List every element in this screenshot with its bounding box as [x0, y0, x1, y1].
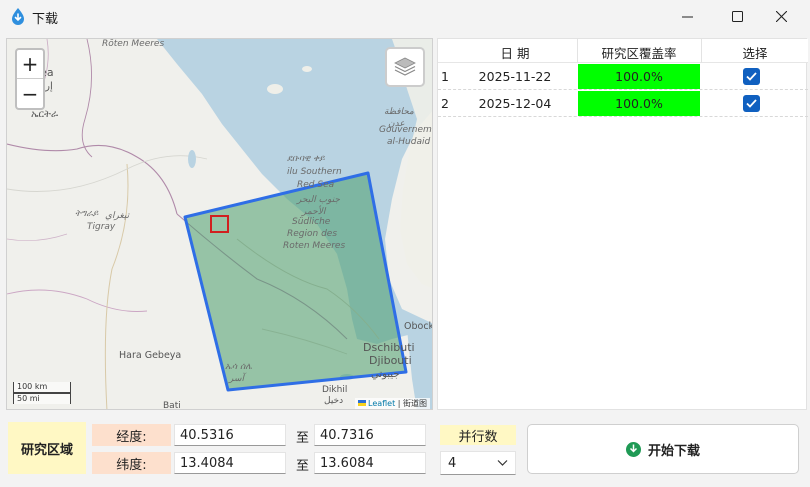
map-label: محافظة: [384, 107, 414, 117]
longitude-label: 经度:: [92, 424, 171, 446]
map-label: جنوب البحر: [297, 195, 340, 205]
map-label: Südliche: [292, 217, 331, 227]
ukraine-flag-icon: [358, 400, 366, 406]
latitude-label: 纬度:: [92, 452, 171, 474]
select-checkbox[interactable]: [743, 68, 760, 85]
table-header: 日 期 研究区覆盖率 选择: [438, 39, 808, 63]
map-label-obock: Obock: [404, 321, 433, 332]
longitude-from-input[interactable]: 40.5316: [174, 424, 286, 446]
map-label: ilu Southern: [287, 167, 342, 177]
layers-icon: [394, 57, 416, 76]
leaflet-link[interactable]: Leaflet: [368, 399, 395, 408]
map-view[interactable]: Rōten Meeres Eritrea إرتريا ኤርትራ ትግራይ تي…: [6, 38, 433, 410]
map-label: ትግራይ: [75, 209, 99, 219]
close-button[interactable]: [758, 0, 804, 32]
attribution-text: | 街道图: [397, 399, 428, 408]
start-download-label: 开始下载: [647, 443, 700, 459]
chevron-down-icon: [497, 460, 508, 466]
map-label: دخيل: [324, 396, 344, 406]
checkmark-icon: [746, 72, 757, 81]
date-table: 日 期 研究区覆盖率 选择 1 2025-11-22 100.0% 2 2025…: [437, 38, 808, 410]
map-label: ደቡባዊ ቀይ: [287, 154, 325, 164]
date-cell[interactable]: 2025-12-04: [454, 90, 576, 116]
map-label-hara-gebeya: Hara Gebeya: [119, 350, 182, 361]
parallel-value: 4: [448, 455, 457, 471]
to-label: 至: [296, 459, 310, 474]
map-label-dschibuti: Dschibuti: [363, 341, 415, 354]
parallel-label: 并行数: [440, 425, 516, 445]
parallel-select[interactable]: 4: [440, 451, 516, 475]
map-label-djibouti: Djibouti: [369, 354, 412, 367]
map-label: جيبوتي: [371, 369, 400, 380]
header-coverage[interactable]: 研究区覆盖率: [578, 43, 700, 62]
zoom-in-button[interactable]: +: [17, 50, 43, 79]
map-label: ኤርትራ: [31, 109, 59, 120]
map-label: Rōten Meeres: [102, 39, 165, 49]
minimize-button[interactable]: [664, 0, 710, 32]
coverage-cell[interactable]: 100.0%: [578, 91, 700, 116]
download-icon: [625, 441, 641, 457]
longitude-to-input[interactable]: 40.7316: [314, 424, 426, 446]
map-label: Region des: [287, 229, 338, 239]
map-label: Gouvernem: [379, 125, 432, 135]
select-checkbox[interactable]: [743, 95, 760, 112]
map-label: Red Sea: [297, 180, 335, 190]
close-icon: [775, 10, 787, 22]
to-label: 至: [296, 431, 310, 446]
latitude-to-input[interactable]: 13.6084: [314, 452, 426, 474]
map-label-dikhil: Dikhil: [322, 385, 348, 395]
minimize-icon: [681, 16, 693, 17]
header-select[interactable]: 选择: [702, 43, 808, 62]
latitude-from-input[interactable]: 13.4084: [174, 452, 286, 474]
coverage-cell[interactable]: 100.0%: [578, 64, 700, 89]
title-bar: 下载: [0, 0, 810, 32]
start-download-button[interactable]: 开始下载: [527, 424, 799, 474]
zoom-out-button[interactable]: −: [17, 79, 43, 108]
window-title: 下载: [32, 12, 59, 27]
map-label: al-Hudaid: [387, 137, 431, 147]
layers-button[interactable]: [385, 47, 425, 87]
download-window: 下载 Rōten Meeres ኤርትራ ትግራይ تيغراي Tigray …: [0, 0, 810, 487]
zoom-control: + −: [15, 48, 45, 110]
row-index: 2: [441, 96, 449, 111]
checkmark-icon: [746, 99, 757, 108]
scale-mi: 50 mi: [13, 393, 71, 404]
maximize-button[interactable]: [714, 0, 760, 32]
scale-km: 100 km: [13, 382, 71, 393]
date-cell[interactable]: 2025-11-22: [454, 63, 576, 89]
map-attribution: Leaflet | 街道图: [355, 398, 431, 409]
maximize-icon: [731, 10, 743, 22]
map-label: تيغراي: [105, 211, 130, 221]
map-scale: 100 km 50 mi: [13, 382, 71, 404]
map-label: آسر: [229, 374, 245, 384]
study-area-label: 研究区域: [8, 422, 86, 474]
table-row[interactable]: 2 2025-12-04 100.0%: [438, 90, 808, 117]
map-label-tigray: Tigray: [87, 222, 116, 232]
app-cloud-download-icon: [12, 8, 24, 25]
map-label: ኤሳ ሰሌ: [225, 362, 252, 372]
row-index: 1: [441, 69, 449, 84]
table-row[interactable]: 1 2025-11-22 100.0%: [438, 63, 808, 90]
header-date[interactable]: 日 期: [454, 43, 576, 62]
map-label-bati: Bati: [163, 401, 181, 410]
map-label: Roten Meeres: [283, 241, 346, 251]
